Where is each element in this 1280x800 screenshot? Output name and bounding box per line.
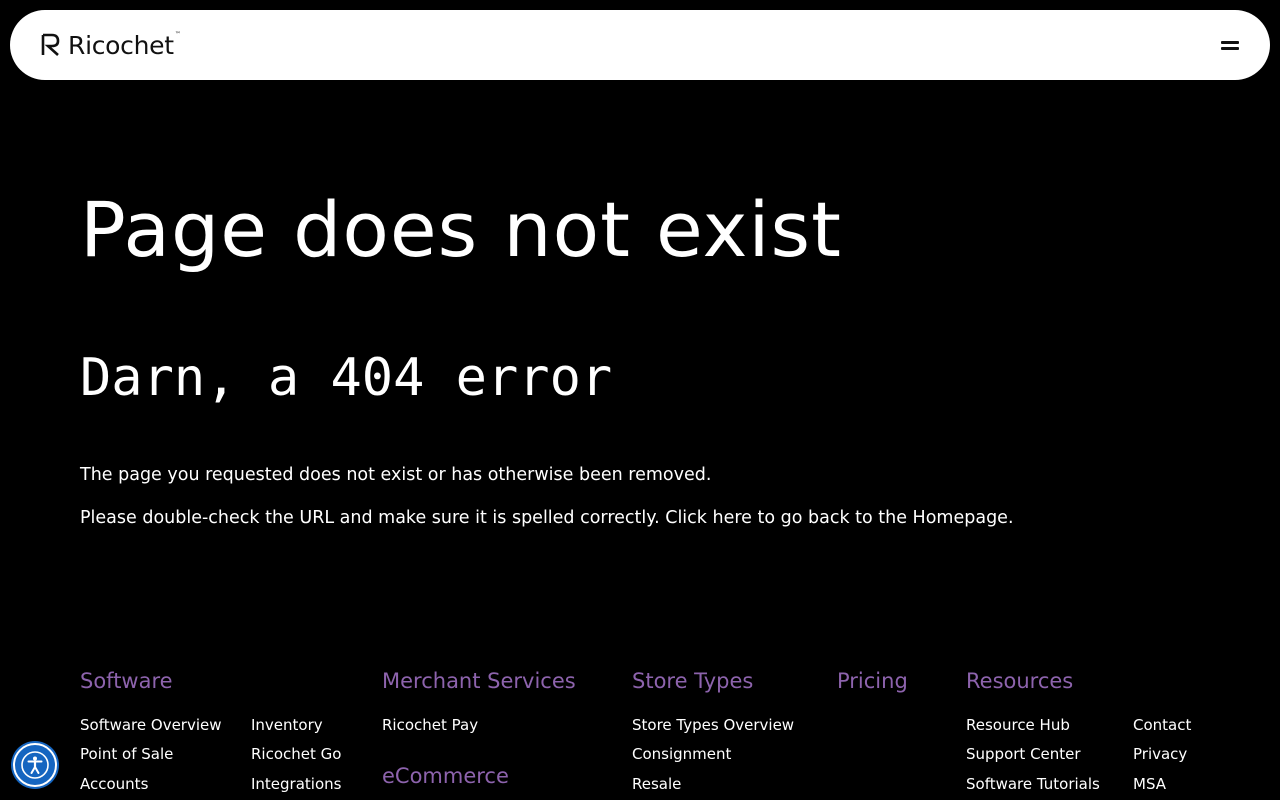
footer-link-consignment[interactable]: Consignment [632,747,731,762]
footer-heading-ecommerce[interactable]: eCommerce [382,766,509,787]
accessibility-button[interactable] [13,743,57,787]
footer-link-software-overview[interactable]: Software Overview [80,718,222,733]
page-title: Page does not exist [80,185,842,274]
error-subtitle: Darn, a 404 error [80,348,613,408]
footer-link-resource-hub[interactable]: Resource Hub [966,718,1070,733]
footer-heading-pricing[interactable]: Pricing [837,671,908,692]
trademark-symbol: ™ [174,30,181,38]
footer-link-privacy[interactable]: Privacy [1133,747,1187,762]
footer-link-contact[interactable]: Contact [1133,718,1191,733]
accessibility-icon [21,751,49,779]
footer-link-inventory[interactable]: Inventory [251,718,323,733]
hamburger-icon-line-top [1221,41,1239,44]
footer-link-msa[interactable]: MSA [1133,777,1166,792]
logo-text: Ricochet™ [68,30,181,60]
footer-link-software-tutorials[interactable]: Software Tutorials [966,777,1100,792]
footer-heading-merchant-services[interactable]: Merchant Services [382,671,576,692]
hamburger-menu-button[interactable] [1218,35,1242,55]
footer-link-support-center[interactable]: Support Center [966,747,1081,762]
footer-link-resale[interactable]: Resale [632,777,681,792]
ricochet-logo-icon [41,33,60,56]
footer-link-accounts[interactable]: Accounts [80,777,148,792]
error-message: The page you requested does not exist or… [80,465,712,485]
footer-link-ricochet-pay[interactable]: Ricochet Pay [382,718,478,733]
hamburger-icon-line-bottom [1221,47,1239,50]
footer-link-store-types-overview[interactable]: Store Types Overview [632,718,794,733]
site-header: Ricochet™ [10,10,1270,80]
footer-heading-software[interactable]: Software [80,671,173,692]
homepage-instructions: Please double-check the URL and make sur… [80,508,1014,529]
footer-heading-resources[interactable]: Resources [966,671,1073,692]
ricochet-logo[interactable]: Ricochet™ [40,29,181,61]
footer-link-point-of-sale[interactable]: Point of Sale [80,747,173,762]
footer-heading-store-types[interactable]: Store Types [632,671,753,692]
footer-link-ricochet-go[interactable]: Ricochet Go [251,747,341,762]
footer-link-integrations[interactable]: Integrations [251,777,341,792]
homepage-link[interactable]: Please double-check the URL and make sur… [80,508,1014,528]
